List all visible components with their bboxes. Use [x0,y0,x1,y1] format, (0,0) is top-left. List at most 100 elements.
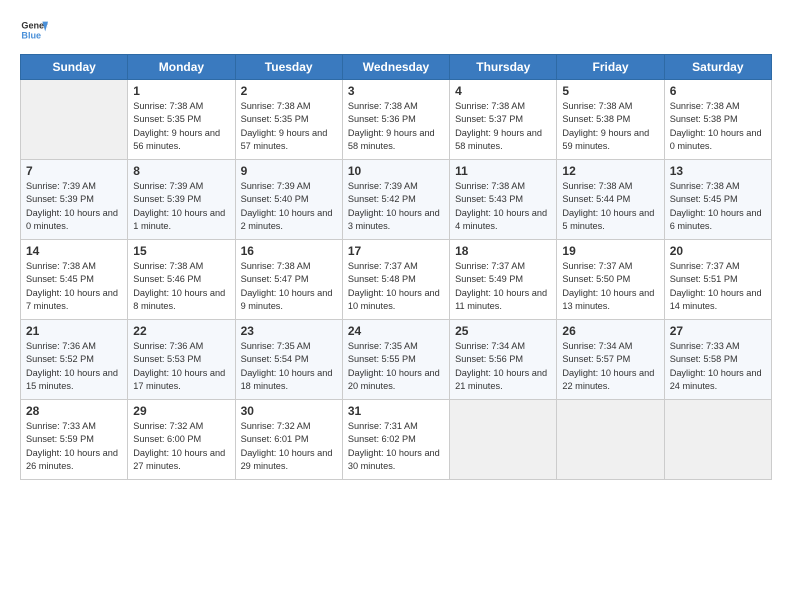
calendar-cell: 27 Sunrise: 7:33 AM Sunset: 5:58 PM Dayligh… [664,320,771,400]
sunrise-label: Sunrise: 7:39 AM [133,181,203,191]
sun-info: Sunrise: 7:37 AMSunset: 5:49 PMDaylight:… [455,260,551,313]
day-number: 7 [26,164,122,178]
calendar-cell: 21 Sunrise: 7:36 AM Sunset: 5:52 PM Dayligh… [21,320,128,400]
sunrise-label: Sunrise: 7:38 AM [241,261,311,271]
sun-info: Sunrise: 7:38 AMSunset: 5:38 PMDaylight:… [562,100,658,153]
daylight-label: Daylight: 10 hours and 18 minutes. [241,368,333,391]
sunset-label: Sunset: 5:46 PM [133,274,201,284]
day-number: 21 [26,324,122,338]
day-header: Sunday [21,55,128,80]
sun-info: Sunrise: 7:36 AMSunset: 5:53 PMDaylight:… [133,340,229,393]
sunrise-label: Sunrise: 7:38 AM [133,101,203,111]
calendar-cell: 19Sunrise: 7:37 AMSunset: 5:50 PMDayligh… [557,240,664,320]
day-header: Saturday [664,55,771,80]
day-number: 25 [455,324,551,338]
daylight-label: Daylight: 10 hours and 13 minutes. [562,288,654,311]
calendar-cell: 10Sunrise: 7:39 AMSunset: 5:42 PMDayligh… [342,160,449,240]
sun-info: Sunrise: 7:33 AM Sunset: 5:58 PM Daylight:… [670,340,766,393]
day-header: Friday [557,55,664,80]
daylight-label: Daylight: 9 hours and 58 minutes. [348,128,435,151]
calendar-cell: 26Sunrise: 7:34 AMSunset: 5:57 PMDayligh… [557,320,664,400]
day-number: 8 [133,164,229,178]
svg-text:Blue: Blue [21,30,41,40]
sunrise-label: Sunrise: 7:38 AM [562,181,632,191]
calendar-cell: 12Sunrise: 7:38 AMSunset: 5:44 PMDayligh… [557,160,664,240]
calendar-cell: 20 Sunrise: 7:37 AMSunset: 5:51 PMDayligh… [664,240,771,320]
sunset-label: Sunset: 5:45 PM [26,274,94,284]
daylight-label: Daylight: 10 hours and 4 minutes. [455,208,547,231]
header-row: SundayMondayTuesdayWednesdayThursdayFrid… [21,55,772,80]
sunrise-label: Sunrise: 7:37 AM [670,261,740,271]
calendar-cell: 16Sunrise: 7:38 AMSunset: 5:47 PMDayligh… [235,240,342,320]
sunrise-label: Sunrise: 7:36 AM [26,341,96,351]
calendar-cell [450,400,557,480]
day-header: Monday [128,55,235,80]
daylight-label: Daylight: 10 hours and 20 minutes. [348,368,440,391]
calendar-week: 7Sunrise: 7:39 AMSunset: 5:39 PMDaylight… [21,160,772,240]
sunset-label: Sunset: 5:58 PM [670,354,738,364]
sunset-label: Sunset: 5:38 PM [562,114,630,124]
daylight-label: Daylight: 10 hours and 24 minutes. [670,368,762,391]
sun-info: Sunrise: 7:38 AMSunset: 5:45 PMDaylight:… [670,180,766,233]
sun-info: Sunrise: 7:38 AMSunset: 5:35 PMDaylight:… [133,100,229,153]
daylight-label: Daylight: 10 hours and 21 minutes. [455,368,547,391]
sun-info: Sunrise: 7:38 AM Sunset: 5:36 PM Daylight:… [348,100,444,153]
header: General Blue [20,16,772,44]
sunset-label: Sunset: 5:52 PM [26,354,94,364]
daylight-label: Daylight: 9 hours and 56 minutes. [133,128,220,151]
day-number: 23 [241,324,337,338]
daylight-label: Daylight: 10 hours and 5 minutes. [562,208,654,231]
daylight-label: Daylight: 10 hours and 30 minutes. [348,448,440,471]
day-number: 18 [455,244,551,258]
calendar-cell: 5 Sunrise: 7:38 AMSunset: 5:38 PMDaylight… [557,80,664,160]
day-number: 26 [562,324,658,338]
sunrise-label: Sunrise: 7:39 AM [241,181,311,191]
calendar-cell: 22Sunrise: 7:36 AMSunset: 5:53 PMDayligh… [128,320,235,400]
daylight-label: Daylight: 10 hours and 15 minutes. [26,368,118,391]
day-number: 10 [348,164,444,178]
daylight-label: Daylight: 10 hours and 27 minutes. [133,448,225,471]
sunrise-label: Sunrise: 7:34 AM [562,341,632,351]
calendar-cell: 18 Sunrise: 7:37 AMSunset: 5:49 PMDayligh… [450,240,557,320]
calendar-cell: 6Sunrise: 7:38 AMSunset: 5:38 PMDaylight… [664,80,771,160]
daylight-label: Daylight: 10 hours and 17 minutes. [133,368,225,391]
sunset-label: Sunset: 6:00 PM [133,434,201,444]
day-number: 20 [670,244,766,258]
calendar-cell: 7Sunrise: 7:39 AMSunset: 5:39 PMDaylight… [21,160,128,240]
sunset-label: Sunset: 5:36 PM [348,114,416,124]
sun-info: Sunrise: 7:37 AMSunset: 5:51 PMDaylight:… [670,260,766,313]
calendar-cell: 17Sunrise: 7:37 AMSunset: 5:48 PMDayligh… [342,240,449,320]
sunset-label: Sunset: 5:54 PM [241,354,309,364]
sun-info: Sunrise: 7:38 AMSunset: 5:46 PMDaylight:… [133,260,229,313]
sunset-label: Sunset: 5:38 PM [670,114,738,124]
sunrise-label: Sunrise: 7:33 AM [670,341,740,351]
day-number: 11 [455,164,551,178]
calendar-week: 28Sunrise: 7:33 AMSunset: 5:59 PMDayligh… [21,400,772,480]
sunrise-label: Sunrise: 7:35 AM [348,341,418,351]
daylight-label: Daylight: 10 hours and 2 minutes. [241,208,333,231]
day-number: 27 [670,324,766,338]
daylight-label: Daylight: 10 hours and 11 minutes. [455,288,547,311]
sunrise-label: Sunrise: 7:38 AM [670,101,740,111]
daylight-label: Daylight: 10 hours and 26 minutes. [26,448,118,471]
sunrise-label: Sunrise: 7:38 AM [670,181,740,191]
sun-info: Sunrise: 7:38 AMSunset: 5:43 PMDaylight:… [455,180,551,233]
daylight-label: Daylight: 10 hours and 0 minutes. [670,128,762,151]
sunrise-label: Sunrise: 7:32 AM [241,421,311,431]
calendar-cell: 9Sunrise: 7:39 AMSunset: 5:40 PMDaylight… [235,160,342,240]
sunset-label: Sunset: 5:56 PM [455,354,523,364]
sun-info: Sunrise: 7:38 AM Sunset: 5:38 PM Daylight:… [670,100,766,153]
sunset-label: Sunset: 5:45 PM [670,194,738,204]
sunrise-label: Sunrise: 7:38 AM [348,101,418,111]
sunset-label: Sunset: 5:37 PM [455,114,523,124]
day-number: 5 [562,84,658,98]
sunrise-label: Sunrise: 7:38 AM [133,261,203,271]
day-number: 29 [133,404,229,418]
calendar-cell: 28Sunrise: 7:33 AMSunset: 5:59 PMDayligh… [21,400,128,480]
sun-info: Sunrise: 7:38 AMSunset: 5:45 PMDaylight:… [26,260,122,313]
logo-icon: General Blue [20,16,48,44]
sunset-label: Sunset: 5:50 PM [562,274,630,284]
daylight-label: Daylight: 10 hours and 0 minutes. [26,208,118,231]
sun-info: Sunrise: 7:34 AMSunset: 5:56 PMDaylight:… [455,340,551,393]
sunrise-label: Sunrise: 7:32 AM [133,421,203,431]
